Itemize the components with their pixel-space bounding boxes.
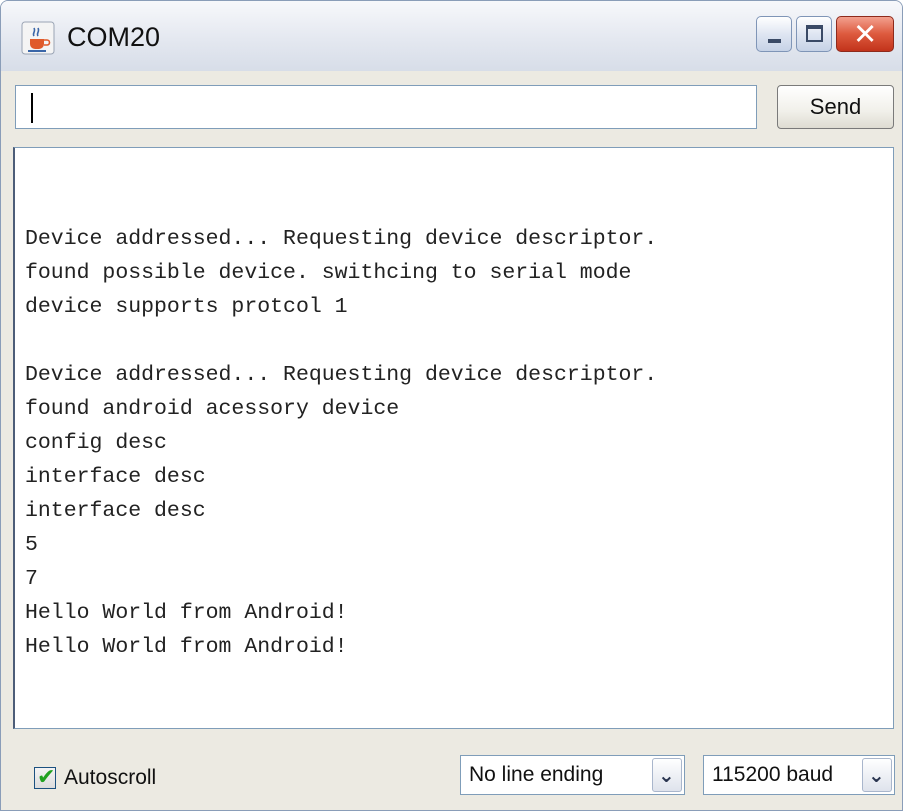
maximize-icon (806, 25, 823, 42)
send-button[interactable]: Send (777, 85, 894, 129)
maximize-button[interactable] (796, 16, 832, 52)
serial-output-text: Device addressed... Requesting device de… (25, 227, 658, 659)
serial-monitor-window: COM20 ✕ Send Device addressed... Request… (0, 0, 903, 811)
input-bar: Send (1, 71, 902, 141)
close-button[interactable]: ✕ (836, 16, 894, 52)
serial-output-area[interactable]: Device addressed... Requesting device de… (13, 147, 894, 729)
baud-rate-select[interactable]: 115200 baud ⌄ (703, 755, 895, 795)
serial-input-field[interactable] (15, 85, 757, 129)
baud-rate-dropdown-button[interactable]: ⌄ (862, 758, 892, 792)
java-coffee-cup-icon (21, 21, 55, 55)
autoscroll-checkbox[interactable]: ✔ (34, 765, 56, 790)
status-bar: ✔ Autoscroll No line ending ⌄ 115200 bau… (1, 729, 902, 810)
minimize-button[interactable] (756, 16, 792, 52)
chevron-down-icon: ⌄ (658, 763, 675, 787)
close-icon: ✕ (853, 17, 878, 51)
autoscroll-label: Autoscroll (64, 766, 157, 789)
line-ending-dropdown-button[interactable]: ⌄ (652, 758, 682, 792)
checkmark-icon: ✔ (37, 765, 56, 790)
line-ending-value: No line ending (469, 763, 604, 786)
chevron-down-icon: ⌄ (868, 763, 885, 787)
title-bar[interactable]: COM20 ✕ (1, 1, 902, 72)
window-title: COM20 (67, 22, 161, 52)
minimize-icon (768, 39, 781, 43)
text-caret (31, 93, 33, 123)
line-ending-select[interactable]: No line ending ⌄ (460, 755, 685, 795)
baud-rate-value: 115200 baud (712, 763, 834, 786)
